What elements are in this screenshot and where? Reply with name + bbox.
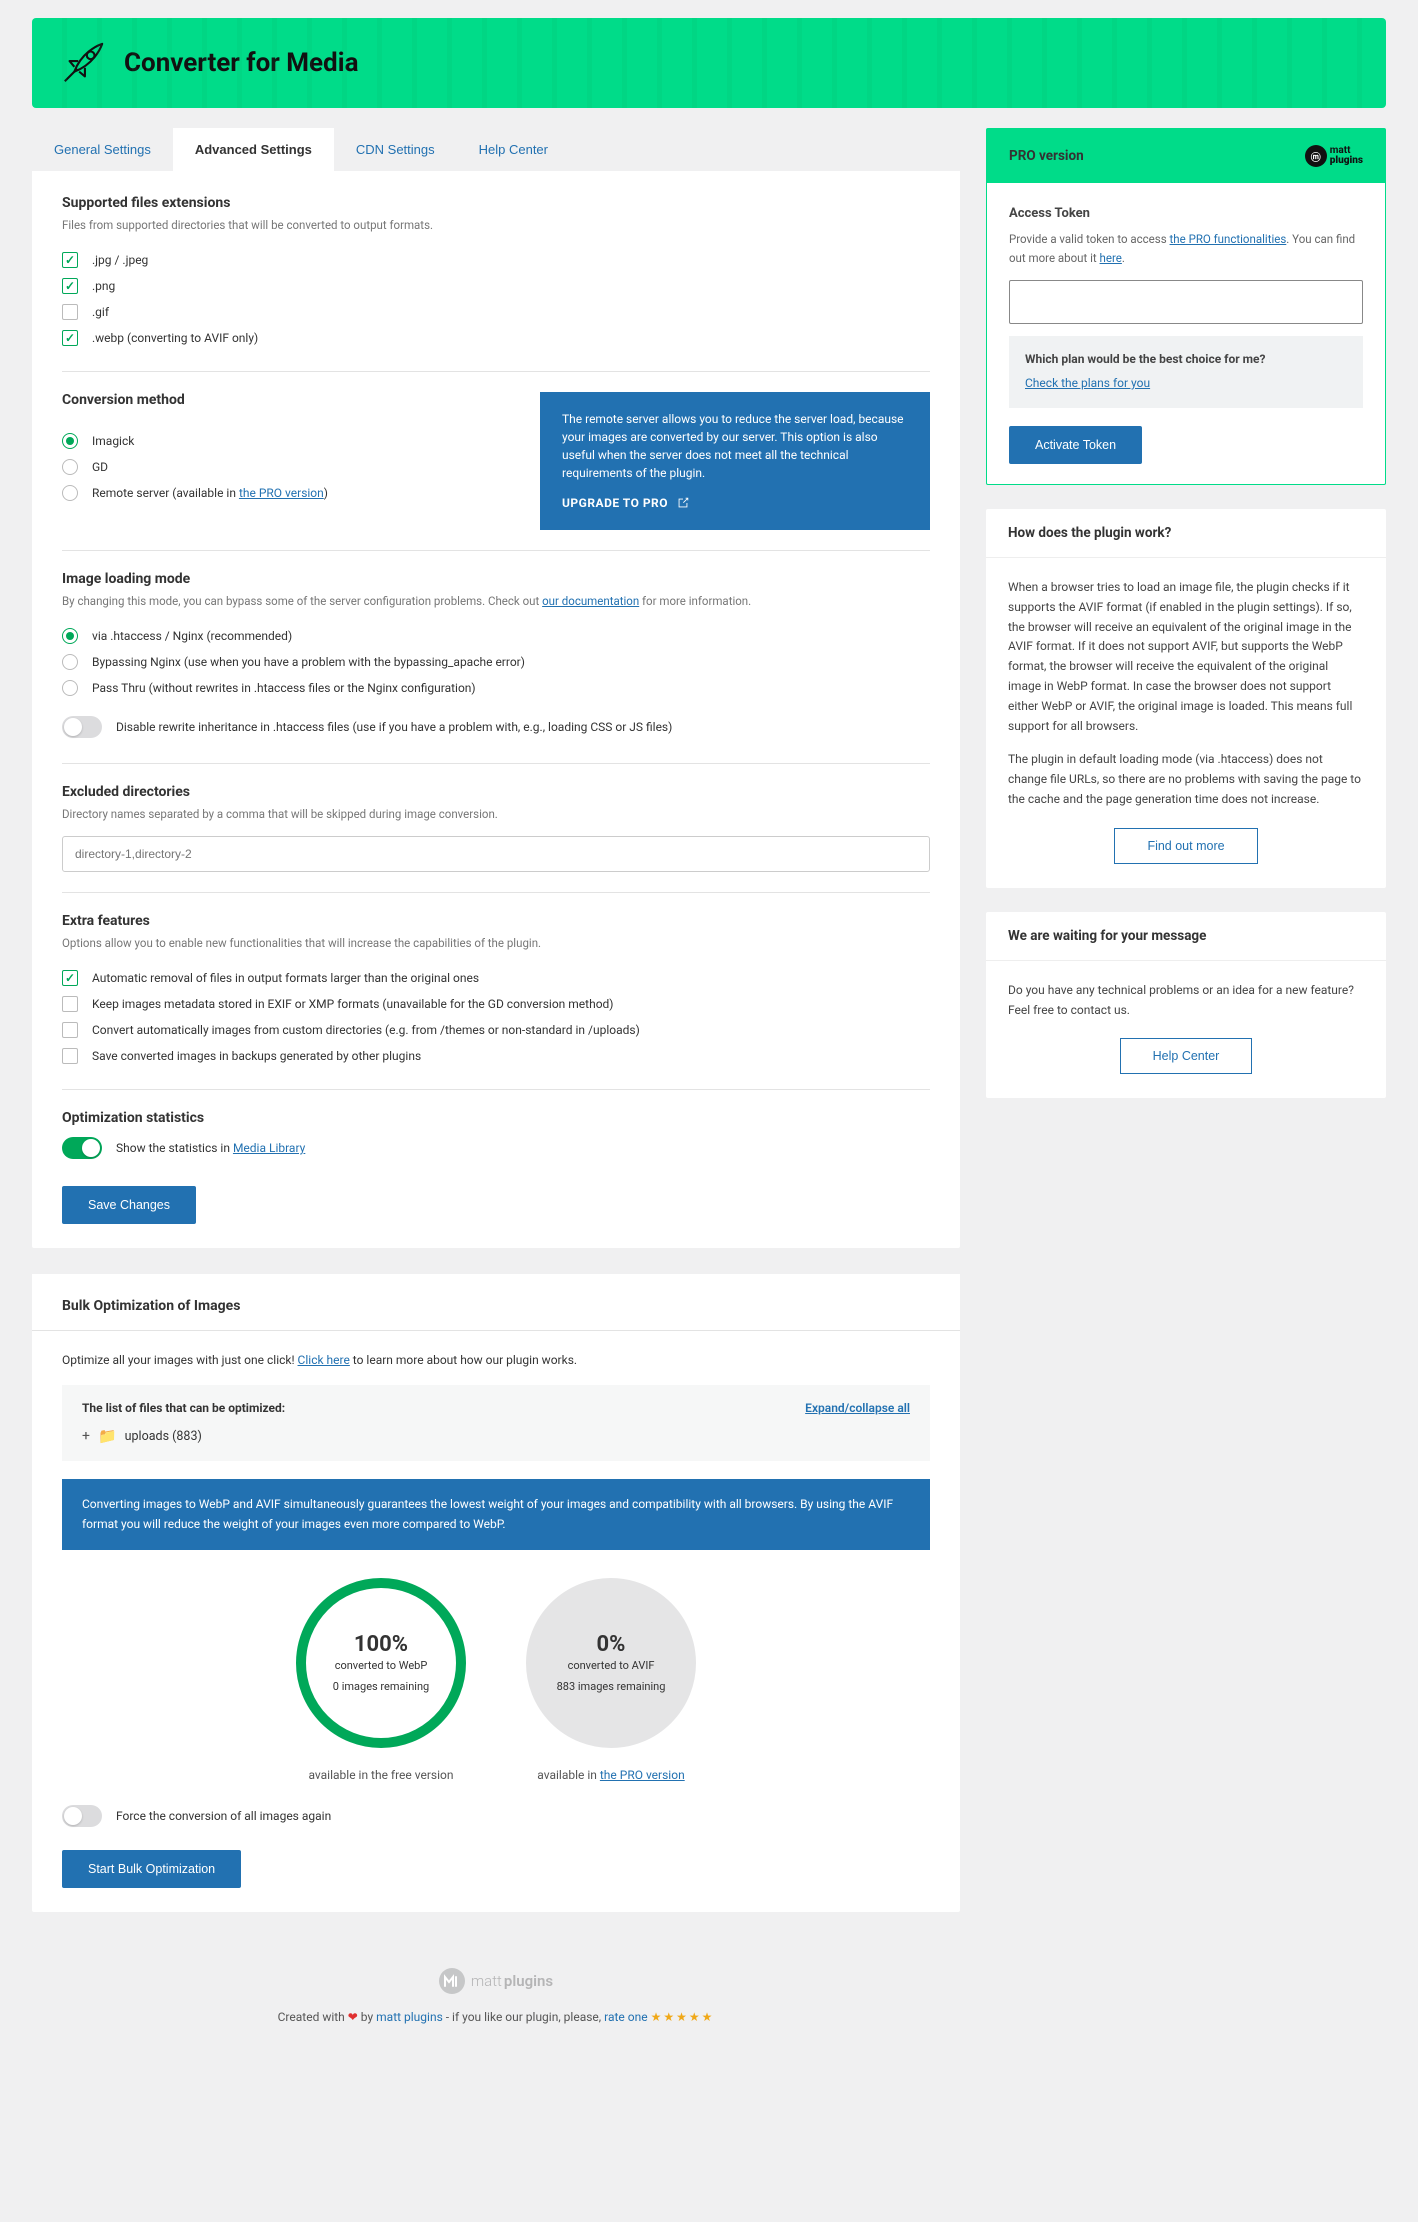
heart-icon: ❤ (348, 2010, 358, 2024)
page-footer: mattplugins Created with ❤ by matt plugi… (32, 1938, 960, 2034)
section-title: Supported files extensions (62, 195, 930, 211)
radio-remote-server[interactable] (62, 485, 78, 501)
checkbox-save-in-backups[interactable] (62, 1048, 78, 1064)
start-bulk-optimization-button[interactable]: Start Bulk Optimization (62, 1850, 241, 1888)
help-center-button[interactable]: Help Center (1120, 1038, 1253, 1074)
checkbox-webp[interactable] (62, 330, 78, 346)
upgrade-promo: The remote server allows you to reduce t… (540, 392, 930, 530)
matt-plugins-logo-icon (439, 1968, 465, 1994)
link-rate-one[interactable]: rate one (604, 2010, 647, 2024)
link-pro-version-avif[interactable]: the PRO version (600, 1768, 685, 1782)
find-out-more-button[interactable]: Find out more (1114, 828, 1257, 864)
checkbox-auto-removal[interactable] (62, 970, 78, 986)
plugin-banner: Converter for Media (32, 18, 1386, 108)
excluded-directories-input[interactable] (62, 836, 930, 872)
radio-gd[interactable] (62, 459, 78, 475)
file-tree: The list of files that can be optimized:… (62, 1385, 930, 1461)
tab-help-center[interactable]: Help Center (457, 128, 570, 171)
sidebar-how-plugin-works: How does the plugin work? When a browser… (986, 509, 1386, 888)
section-bulk-optimization: Bulk Optimization of Images Optimize all… (32, 1274, 960, 1911)
tab-cdn-settings[interactable]: CDN Settings (334, 128, 457, 171)
external-link-icon (676, 496, 690, 510)
section-supported-extensions: Supported files extensions Files from su… (62, 195, 930, 372)
radio-htaccess[interactable] (62, 628, 78, 644)
tree-folder-label[interactable]: uploads (883) (125, 1429, 202, 1444)
section-excluded-directories: Excluded directories Directory names sep… (62, 784, 930, 893)
webp-progress-circle: 100% converted to WebP 0 images remainin… (296, 1578, 466, 1748)
plan-choice-box: Which plan would be the best choice for … (1009, 336, 1363, 408)
tab-general-settings[interactable]: General Settings (32, 128, 173, 171)
link-expand-collapse[interactable]: Expand/collapse all (805, 1401, 910, 1415)
access-token-input[interactable] (1009, 280, 1363, 324)
sidebar-waiting-message: We are waiting for your message Do you h… (986, 912, 1386, 1099)
section-extra-features: Extra features Options allow you to enab… (62, 913, 930, 1090)
link-click-here[interactable]: Click here (298, 1353, 350, 1367)
section-image-loading-mode: Image loading mode By changing this mode… (62, 571, 930, 764)
checkbox-convert-custom-dirs[interactable] (62, 1022, 78, 1038)
checkbox-jpg[interactable] (62, 252, 78, 268)
link-here[interactable]: here (1100, 251, 1122, 265)
tab-advanced-settings[interactable]: Advanced Settings (173, 128, 334, 171)
sidebar-pro-version: PRO version ⓜmattplugins Access Token Pr… (986, 128, 1386, 485)
link-documentation[interactable]: our documentation (542, 594, 639, 608)
save-changes-button[interactable]: Save Changes (62, 1186, 196, 1224)
toggle-show-statistics[interactable] (62, 1137, 102, 1159)
link-check-plans[interactable]: Check the plans for you (1025, 376, 1150, 390)
link-media-library[interactable]: Media Library (233, 1141, 305, 1155)
avif-notice: Converting images to WebP and AVIF simul… (62, 1479, 930, 1549)
checkbox-keep-metadata[interactable] (62, 996, 78, 1012)
toggle-disable-rewrite[interactable] (62, 716, 102, 738)
section-optimization-statistics: Optimization statistics Show the statist… (62, 1110, 930, 1224)
avif-progress-circle: 0% converted to AVIF 883 images remainin… (526, 1578, 696, 1748)
toggle-force-conversion[interactable] (62, 1805, 102, 1827)
link-matt-plugins[interactable]: matt plugins (376, 2010, 443, 2024)
section-conversion-method: Conversion method Imagick GD Remote serv… (62, 392, 930, 551)
checkbox-gif[interactable] (62, 304, 78, 320)
upgrade-to-pro-link[interactable]: UPGRADE TO PRO (562, 494, 908, 512)
tree-expand-icon[interactable]: + (82, 1428, 90, 1444)
folder-icon: 📁 (98, 1427, 117, 1445)
link-pro-functionalities[interactable]: the PRO functionalities (1170, 232, 1287, 246)
checkbox-png[interactable] (62, 278, 78, 294)
radio-bypass-nginx[interactable] (62, 654, 78, 670)
settings-tabs: General Settings Advanced Settings CDN S… (32, 128, 960, 171)
activate-token-button[interactable]: Activate Token (1009, 426, 1142, 464)
radio-imagick[interactable] (62, 433, 78, 449)
matt-plugins-badge: ⓜmattplugins (1305, 145, 1363, 167)
radio-pass-thru[interactable] (62, 680, 78, 696)
star-rating-icon: ★★★★★ (651, 2010, 715, 2024)
link-pro-version[interactable]: the PRO version (239, 486, 324, 500)
